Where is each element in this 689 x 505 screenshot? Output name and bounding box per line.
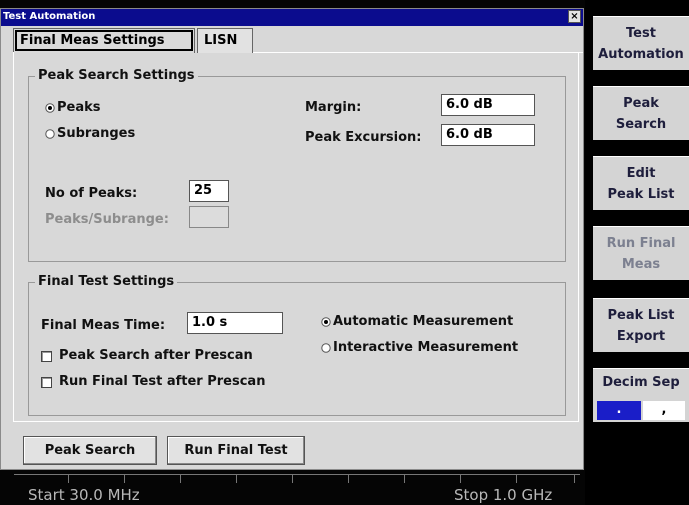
- axis-tick: [348, 475, 349, 483]
- axis-tick: [236, 475, 237, 483]
- peak-search-after-prescan-label[interactable]: Peak Search after Prescan: [59, 348, 253, 363]
- radio-unselected-icon[interactable]: [45, 129, 55, 142]
- no-of-peaks-field[interactable]: 25: [189, 180, 229, 202]
- softkey-line1: Edit: [626, 165, 656, 181]
- group-title: Peak Search Settings: [35, 68, 198, 83]
- axis-tick: [292, 475, 293, 483]
- softkey-line2: Search: [615, 116, 667, 132]
- peak-search-settings-group: Peak Search Settings Peaks Subranges Mar…: [28, 68, 566, 262]
- decim-sep-label: Decim Sep: [602, 375, 680, 390]
- radio-unselected-icon[interactable]: [321, 343, 331, 356]
- softkey-decim-sep[interactable]: Decim Sep . ,: [593, 368, 689, 422]
- softkey-line1: Peak: [623, 95, 659, 111]
- decim-sep-option-point[interactable]: .: [597, 401, 641, 420]
- peak-excursion-label: Peak Excursion:: [305, 130, 422, 145]
- axis-tick: [124, 475, 125, 483]
- axis-tick: [404, 475, 405, 483]
- softkey-line2: Automation: [598, 46, 684, 62]
- softkey-panel: Test Automation Peak Search Edit Peak Li…: [585, 0, 689, 505]
- final-meas-time-label: Final Meas Time:: [41, 318, 166, 333]
- tab-panel: Peak Search Settings Peaks Subranges Mar…: [13, 52, 579, 422]
- peak-excursion-field[interactable]: 6.0 dB: [441, 124, 535, 146]
- dialog-title: Test Automation: [3, 11, 96, 22]
- close-icon[interactable]: ×: [568, 10, 581, 23]
- radio-peaks-label[interactable]: Peaks: [57, 100, 101, 115]
- axis-tick: [68, 475, 69, 483]
- decim-sep-option-comma[interactable]: ,: [643, 401, 685, 420]
- margin-label: Margin:: [305, 100, 362, 115]
- axis-tick: [574, 475, 575, 483]
- run-final-test-button[interactable]: Run Final Test: [167, 436, 305, 465]
- softkey-line2: Peak List: [607, 186, 675, 202]
- softkey-line1: Run Final: [606, 235, 676, 251]
- final-meas-time-field[interactable]: 1.0 s: [187, 312, 283, 334]
- softkey-peak-search[interactable]: Peak Search: [593, 86, 689, 140]
- peaks-per-subrange-field: [189, 206, 229, 228]
- tab-lisn[interactable]: LISN: [197, 28, 253, 53]
- softkey-run-final-meas: Run Final Meas: [593, 226, 689, 280]
- margin-field[interactable]: 6.0 dB: [441, 94, 535, 116]
- peaks-per-subrange-label: Peaks/Subrange:: [45, 212, 169, 227]
- radio-interactive-label[interactable]: Interactive Measurement: [333, 340, 518, 355]
- softkey-line2: Export: [616, 328, 666, 344]
- stop-frequency: Stop 1.0 GHz: [454, 486, 553, 504]
- peak-search-button[interactable]: Peak Search: [23, 436, 157, 465]
- radio-selected-icon[interactable]: [321, 317, 331, 330]
- checkbox-icon[interactable]: [41, 351, 52, 362]
- test-automation-dialog: Test Automation × Final Meas Settings LI…: [0, 8, 584, 470]
- softkey-test-automation[interactable]: Test Automation: [593, 16, 689, 70]
- final-test-settings-group: Final Test Settings Final Meas Time: 1.0…: [28, 274, 566, 416]
- no-of-peaks-label: No of Peaks:: [45, 186, 138, 201]
- softkey-line1: Test: [626, 25, 656, 41]
- axis-tick: [516, 475, 517, 483]
- softkey-line2: Meas: [621, 256, 661, 272]
- axis-tick: [180, 475, 181, 483]
- radio-automatic-label[interactable]: Automatic Measurement: [333, 314, 513, 329]
- softkey-edit-peak-list[interactable]: Edit Peak List: [593, 156, 689, 210]
- start-frequency: Start 30.0 MHz: [28, 486, 140, 504]
- axis-tick: [460, 475, 461, 483]
- group-title: Final Test Settings: [35, 274, 178, 289]
- checkbox-icon[interactable]: [41, 377, 52, 388]
- run-final-test-after-prescan-label[interactable]: Run Final Test after Prescan: [59, 374, 265, 389]
- tab-final-meas-settings[interactable]: Final Meas Settings: [13, 28, 195, 53]
- softkey-line1: Peak List: [607, 307, 675, 323]
- dialog-titlebar[interactable]: Test Automation: [1, 9, 583, 26]
- radio-subranges-label[interactable]: Subranges: [57, 126, 135, 141]
- radio-selected-icon[interactable]: [45, 103, 55, 116]
- softkey-peak-list-export[interactable]: Peak List Export: [593, 298, 689, 352]
